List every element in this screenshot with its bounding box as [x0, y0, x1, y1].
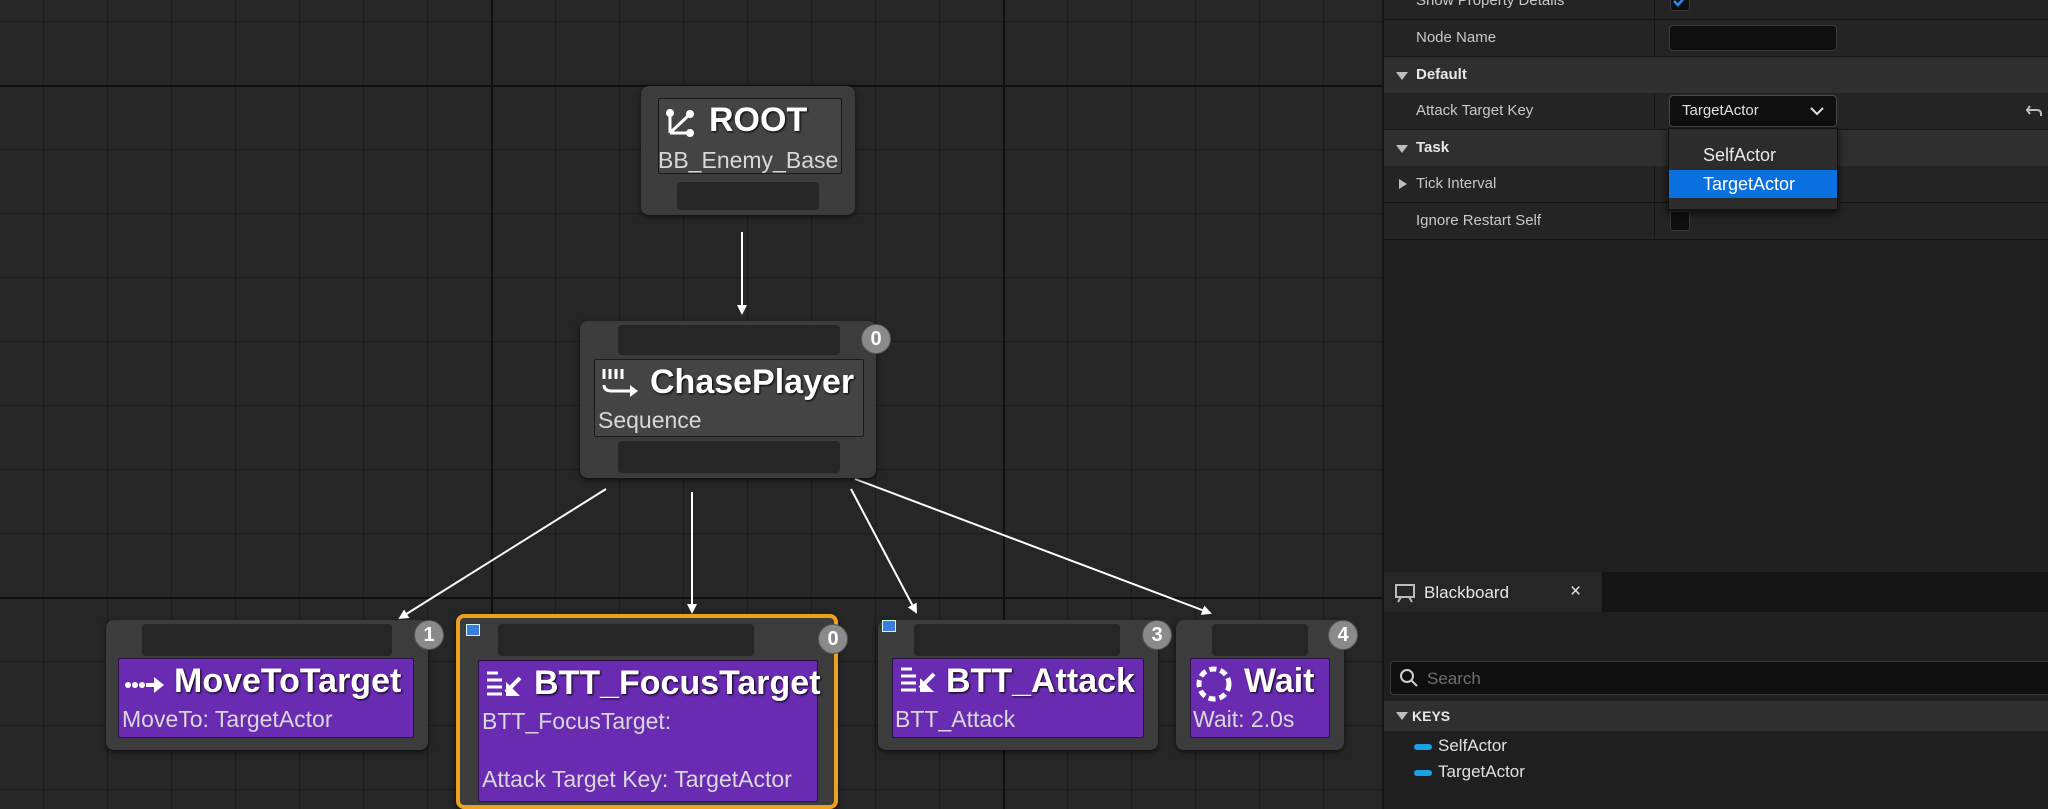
execution-index-badge: 0: [818, 624, 848, 654]
category-default[interactable]: Default: [1384, 57, 2048, 94]
movetotarget-node[interactable]: MoveToTarget MoveTo: TargetActor 1: [106, 620, 444, 750]
attack-title: BTT_Attack: [946, 662, 1135, 700]
tick-interval-label: Tick Interval: [1416, 175, 1497, 192]
key-name: SelfActor: [1438, 736, 1507, 755]
node-name-label: Node Name: [1416, 29, 1497, 46]
ignore-restart-self-label: Ignore Restart Self: [1416, 212, 1542, 229]
focustarget-node[interactable]: BTT_FocusTarget BTT_FocusTarget: Attack …: [456, 614, 848, 809]
focustarget-subtitle: BTT_FocusTarget:: [482, 708, 672, 734]
chevron-down-icon: [1810, 107, 1824, 116]
dropdown-option-label: TargetActor: [1703, 174, 1796, 194]
collapse-arrow-icon: [1396, 72, 1408, 80]
execution-index-badge: 4: [1328, 620, 1358, 650]
search-icon: [1400, 669, 1418, 687]
move-to-icon: [124, 670, 166, 705]
object-key-type-icon: [1414, 769, 1432, 776]
category-task-label: Task: [1416, 139, 1450, 156]
attack-node[interactable]: BTT_Attack BTT_Attack 3: [878, 620, 1172, 750]
wire-to-movetotarget: [398, 488, 607, 620]
decorator-flag-icon: [882, 620, 896, 632]
root-icon: [663, 106, 697, 145]
dropdown-option-label: SelfActor: [1703, 145, 1777, 165]
close-tab-button[interactable]: ×: [1570, 581, 1581, 603]
task-icon: [484, 668, 524, 707]
focustarget-property-line: Attack Target Key: TargetActor: [482, 766, 792, 792]
wait-input-pin[interactable]: [1212, 624, 1308, 656]
blackboard-key-selfactor[interactable]: SelfActor: [1414, 736, 1507, 756]
focustarget-title: BTT_FocusTarget: [534, 664, 821, 702]
blackboard-tab[interactable]: Blackboard ×: [1384, 572, 1602, 612]
column-divider: [1654, 203, 1655, 239]
expand-arrow-icon[interactable]: [1398, 178, 1408, 190]
row-node-name: Node Name: [1384, 20, 2048, 57]
attack-target-key-combo[interactable]: TargetActor: [1669, 95, 1837, 127]
chaseplayer-output-pin[interactable]: [618, 441, 840, 473]
focustarget-input-pin[interactable]: [498, 624, 754, 656]
execution-index-badge: 0: [861, 324, 891, 354]
movetotarget-subtitle: MoveTo: TargetActor: [122, 706, 333, 732]
wait-subtitle: Wait: 2.0s: [1193, 706, 1295, 732]
column-divider: [1654, 166, 1655, 202]
attack-input-pin[interactable]: [914, 624, 1120, 656]
attack-subtitle: BTT_Attack: [895, 706, 1016, 732]
chaseplayer-subtitle: Sequence: [598, 407, 702, 433]
collapse-arrow-icon: [1396, 145, 1408, 153]
movetotarget-title: MoveToTarget: [174, 662, 402, 700]
root-output-pin[interactable]: [677, 182, 819, 210]
category-default-label: Default: [1416, 66, 1467, 83]
key-name: TargetActor: [1438, 762, 1525, 781]
wait-icon: [1194, 664, 1234, 709]
blackboard-key-targetactor[interactable]: TargetActor: [1414, 762, 1525, 782]
root-node[interactable]: ROOT BB_Enemy_Base: [641, 86, 855, 215]
chaseplayer-node[interactable]: ChasePlayer Sequence 0: [580, 321, 891, 478]
wire-to-wait: [854, 478, 1212, 615]
details-panel: Show Property Details Node Name Default …: [1382, 0, 2048, 572]
wait-node[interactable]: Wait Wait: 2.0s 4: [1176, 620, 1358, 750]
attack-target-key-dropdown: SelfActor TargetActor: [1668, 128, 1838, 210]
decorator-flag-icon: [466, 624, 480, 636]
search-placeholder: Search: [1427, 669, 1481, 688]
root-title: ROOT: [709, 101, 808, 139]
column-divider: [1654, 93, 1655, 129]
show-property-details-label: Show Property Details: [1416, 0, 1565, 9]
blackboard-panel: Blackboard × Search KEYS SelfActor Targe…: [1382, 572, 2048, 809]
execution-index-badge: 1: [414, 620, 444, 650]
blackboard-icon: [1395, 584, 1415, 603]
blackboard-tab-strip: Blackboard ×: [1384, 572, 2048, 612]
chaseplayer-title: ChasePlayer: [650, 363, 855, 401]
blackboard-search-input[interactable]: Search: [1390, 661, 2048, 695]
task-icon: [898, 664, 938, 703]
movetotarget-input-pin[interactable]: [142, 624, 392, 656]
root-subtitle: BB_Enemy_Base: [658, 147, 839, 173]
dropdown-option-targetactor[interactable]: TargetActor: [1669, 170, 1837, 198]
dropdown-option-selfactor[interactable]: SelfActor: [1669, 141, 1837, 169]
reset-to-default-icon[interactable]: [2024, 101, 2044, 121]
keys-header-label: KEYS: [1412, 708, 1451, 724]
column-divider: [1654, 0, 1655, 19]
show-property-details-checkbox[interactable]: [1670, 0, 1690, 11]
node-name-field[interactable]: [1669, 25, 1837, 51]
attack-target-key-value: TargetActor: [1682, 102, 1759, 119]
object-key-type-icon: [1414, 743, 1432, 750]
chaseplayer-input-pin[interactable]: [618, 325, 840, 355]
wire-to-attack: [850, 488, 917, 614]
blackboard-tab-label: Blackboard: [1424, 583, 1510, 602]
collapse-arrow-icon: [1396, 712, 1408, 720]
attack-target-key-label: Attack Target Key: [1416, 102, 1534, 119]
wait-title: Wait: [1244, 662, 1315, 700]
row-show-property-details: Show Property Details: [1384, 0, 2048, 20]
row-attack-target-key: Attack Target Key TargetActor: [1384, 93, 2048, 130]
sequence-icon: [600, 365, 642, 404]
ignore-restart-self-checkbox[interactable]: [1670, 211, 1690, 231]
execution-index-badge: 3: [1142, 620, 1172, 650]
behavior-tree-graph[interactable]: ROOT BB_Enemy_Base ChasePlayer Sequence …: [0, 0, 1382, 809]
checkmark-icon: [1673, 0, 1685, 7]
column-divider: [1654, 20, 1655, 56]
keys-category-header[interactable]: KEYS: [1384, 701, 2048, 731]
